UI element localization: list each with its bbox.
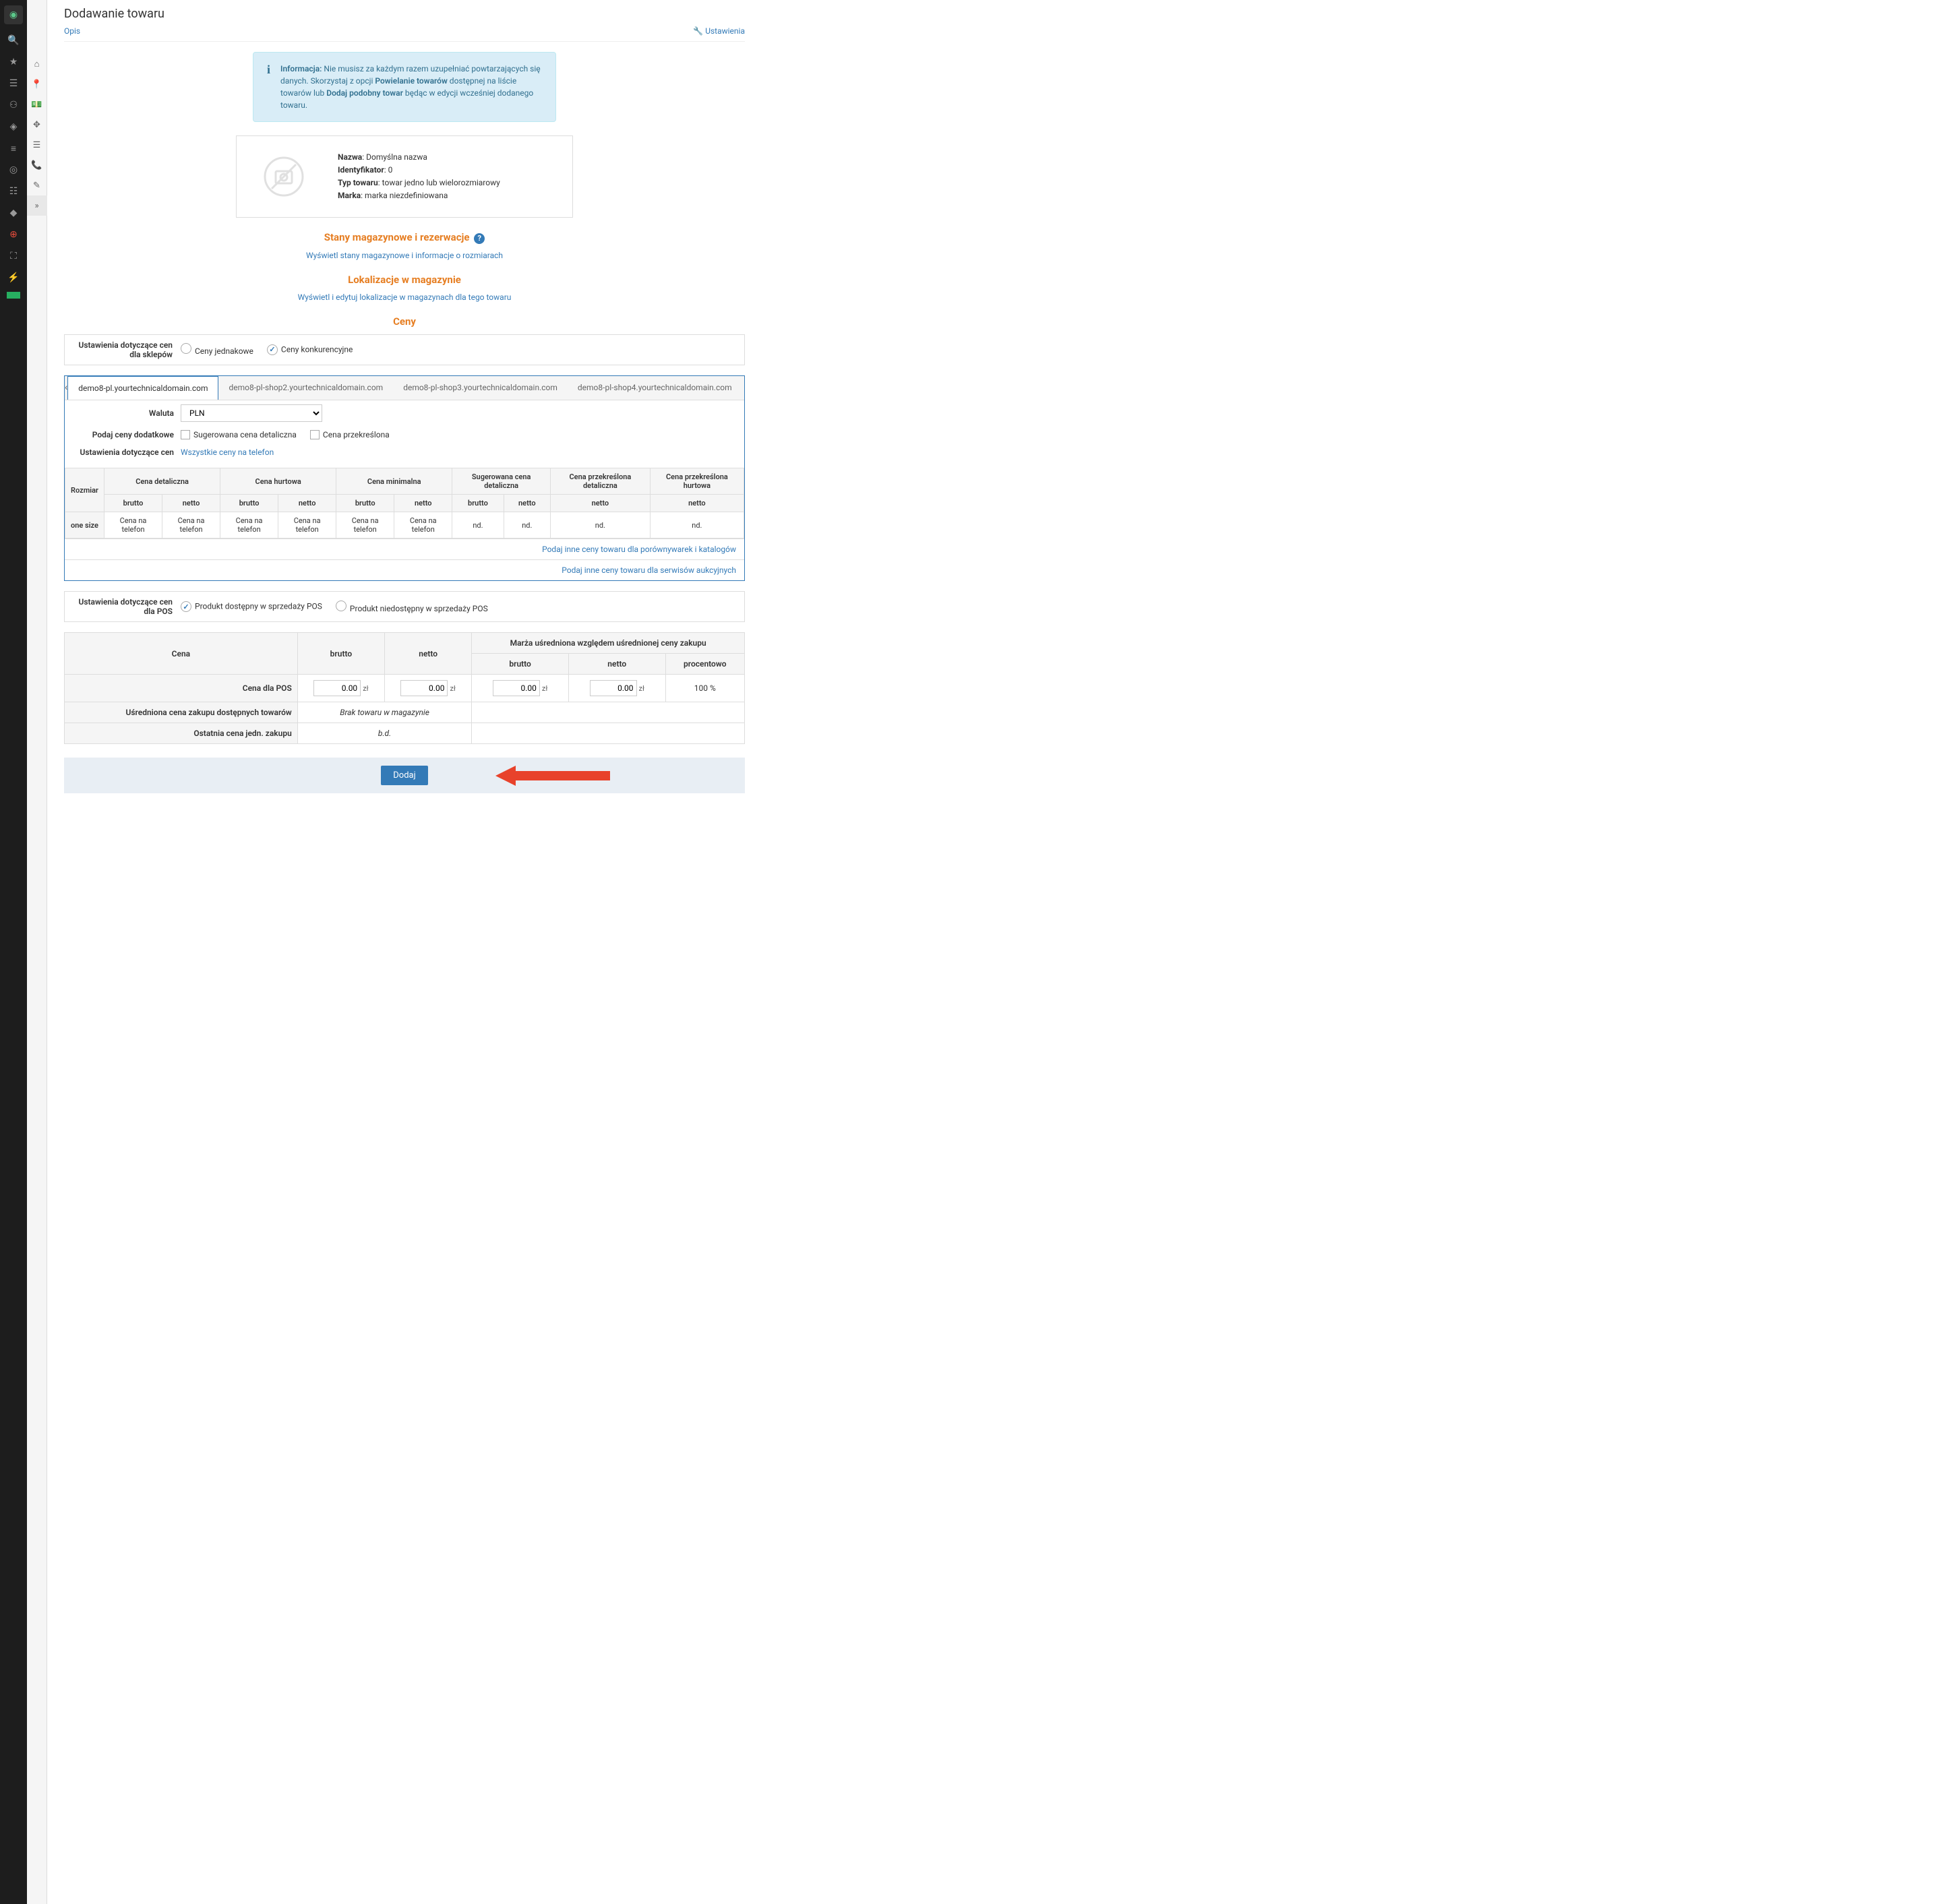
tab-shop-3[interactable]: demo8-pl-shop3.yourtechnicaldomain.com (393, 376, 568, 400)
home-icon[interactable]: ⌂ (27, 54, 47, 74)
checkbox-crossed[interactable]: Cena przekreślona (310, 430, 390, 440)
edit-icon[interactable]: ✎ (27, 175, 47, 195)
section-prices-title: Ceny (64, 315, 745, 328)
collapse-icon[interactable]: » (27, 195, 47, 216)
pos-settings-panel: Ustawienia dotyczące cen dla POS Produkt… (64, 591, 745, 622)
margin-netto-input[interactable] (590, 680, 637, 696)
topbar: Opis 🔧 Ustawienia (64, 26, 745, 42)
col-retail: Cena detaliczna (104, 468, 220, 495)
layers-icon[interactable]: ☰ (0, 73, 27, 94)
help-icon[interactable]: ? (474, 233, 485, 244)
shop-tabs: ‹ demo8-pl.yourtechnicaldomain.com demo8… (65, 376, 744, 400)
table-row: Ostatnia cena jedn. zakupu b.d. (65, 723, 745, 744)
locations-link[interactable]: Wyświetl i edytuj lokalizacje w magazyna… (64, 293, 745, 302)
search-icon[interactable]: 🔍 (0, 30, 27, 51)
table-row: one size Cena na telefonCena na telefon … (65, 512, 744, 539)
main-sidebar: ◉ 🔍 ★ ☰ ⚇ ◈ ≡ ◎ ☷ ◆ ⊕ ⛶ ⚡ (0, 0, 27, 1904)
table-row: Uśredniona cena zakupu dostępnych towaró… (65, 702, 745, 723)
radio-competitive[interactable]: Ceny konkurencyjne (267, 344, 353, 355)
status-indicator (7, 292, 20, 299)
stack-icon[interactable]: ☷ (0, 181, 27, 202)
star-icon[interactable]: ★ (0, 51, 27, 73)
comparators-link[interactable]: Podaj inne ceny towaru dla porównywarek … (542, 545, 736, 554)
col-size: Rozmiar (65, 468, 104, 512)
info-box: i Informacja: Nie musisz za każdym razem… (253, 52, 556, 122)
col-minimal: Cena minimalna (336, 468, 452, 495)
users-icon[interactable]: ⚇ (0, 94, 27, 116)
cube-icon[interactable]: ◈ (0, 116, 27, 137)
extra-prices-label: Podaj ceny dodatkowe (73, 430, 181, 439)
main-content: Dodawanie towaru Opis 🔧 Ustawienia i Inf… (47, 0, 762, 1904)
margin-brutto-input[interactable] (493, 680, 540, 696)
price-settings-panel: Ustawienia dotyczące cen dla sklepów Cen… (64, 334, 745, 365)
app-logo[interactable]: ◉ (4, 5, 23, 24)
camera-icon[interactable]: ◎ (0, 159, 27, 181)
pin-icon[interactable]: 📍 (27, 74, 47, 94)
section-stock-title: Stany magazynowe i rezerwacje ? (64, 231, 745, 244)
currency-label: Waluta (73, 408, 181, 418)
table-row: Cena dla POS zł zł zł zł 100 % (65, 675, 745, 702)
expand-icon[interactable]: ⛶ (0, 245, 27, 267)
page-title: Dodawanie towaru (64, 7, 745, 21)
auctions-link[interactable]: Podaj inne ceny towaru dla serwisów aukc… (562, 565, 736, 575)
bolt-icon[interactable]: ⚡ (0, 267, 27, 288)
stock-link[interactable]: Wyświetl stany magazynowe i informacje o… (64, 251, 745, 260)
target-icon[interactable]: ✥ (27, 115, 47, 135)
currency-select[interactable]: PLN (181, 404, 322, 422)
col-crossed-wholesale: Cena przekreślona hurtowa (650, 468, 744, 495)
col-wholesale: Cena hurtowa (220, 468, 336, 495)
settings-link[interactable]: 🔧 Ustawienia (693, 26, 745, 36)
all-phone-link[interactable]: Wszystkie ceny na telefon (181, 448, 274, 457)
submit-button[interactable]: Dodaj (381, 766, 427, 785)
tab-shop-4[interactable]: demo8-pl-shop4.yourtechnicaldomain.com (568, 376, 742, 400)
radio-pos-available[interactable]: Produkt dostępny w sprzedaży POS (181, 601, 322, 612)
nav-link-opis[interactable]: Opis (64, 26, 80, 36)
radio-uniform[interactable]: Ceny jednakowe (181, 343, 253, 356)
info-text: Informacja: Nie musisz za każdym razem u… (280, 63, 542, 111)
no-image-icon (250, 150, 318, 204)
shop-tabs-container: ‹ demo8-pl.yourtechnicaldomain.com demo8… (64, 375, 745, 582)
submit-bar: Dodaj (64, 758, 745, 793)
price-table: Rozmiar Cena detaliczna Cena hurtowa Cen… (65, 468, 744, 539)
radio-pos-unavailable[interactable]: Produkt niedostępny w sprzedaży POS (336, 601, 488, 613)
money-icon[interactable]: 💵 (27, 94, 47, 115)
product-preview: Nazwa: Domyślna nazwa Identyfikator: 0 T… (236, 135, 573, 218)
pos-netto-input[interactable] (400, 680, 448, 696)
pos-brutto-input[interactable] (313, 680, 361, 696)
price-settings-label: Ustawienia dotyczące cen dla sklepów (73, 340, 181, 359)
menu-icon[interactable]: ☰ (27, 135, 47, 155)
col-crossed-retail: Cena przekreślona detaliczna (551, 468, 651, 495)
tab-shop-2[interactable]: demo8-pl-shop2.yourtechnicaldomain.com (218, 376, 393, 400)
tab-shop-1[interactable]: demo8-pl.yourtechnicaldomain.com (67, 376, 218, 400)
list-icon[interactable]: ≡ (0, 137, 27, 159)
pos-settings-label: Ustawienia dotyczące cen dla POS (73, 597, 181, 616)
pos-table: Cena brutto netto Marża uśredniona wzglę… (64, 632, 745, 744)
tab-shop-5[interactable]: demo8-pl-shop5.yourtechnicaldomain.c (742, 376, 744, 400)
price-opts-label: Ustawienia dotyczące cen (73, 448, 181, 457)
section-locations-title: Lokalizacje w magazynie (64, 274, 745, 286)
col-suggested: Sugerowana cena detaliczna (452, 468, 551, 495)
checkbox-suggested[interactable]: Sugerowana cena detaliczna (181, 430, 297, 440)
preview-details: Nazwa: Domyślna nazwa Identyfikator: 0 T… (338, 151, 500, 203)
phone-icon[interactable]: 📞 (27, 155, 47, 175)
sub-sidebar: ⌂ 📍 💵 ✥ ☰ 📞 ✎ » (27, 0, 47, 1904)
globe-icon[interactable]: ⊕ (0, 224, 27, 245)
tag-icon[interactable]: ◆ (0, 202, 27, 224)
info-icon: i (267, 63, 270, 77)
arrow-annotation (495, 762, 610, 789)
